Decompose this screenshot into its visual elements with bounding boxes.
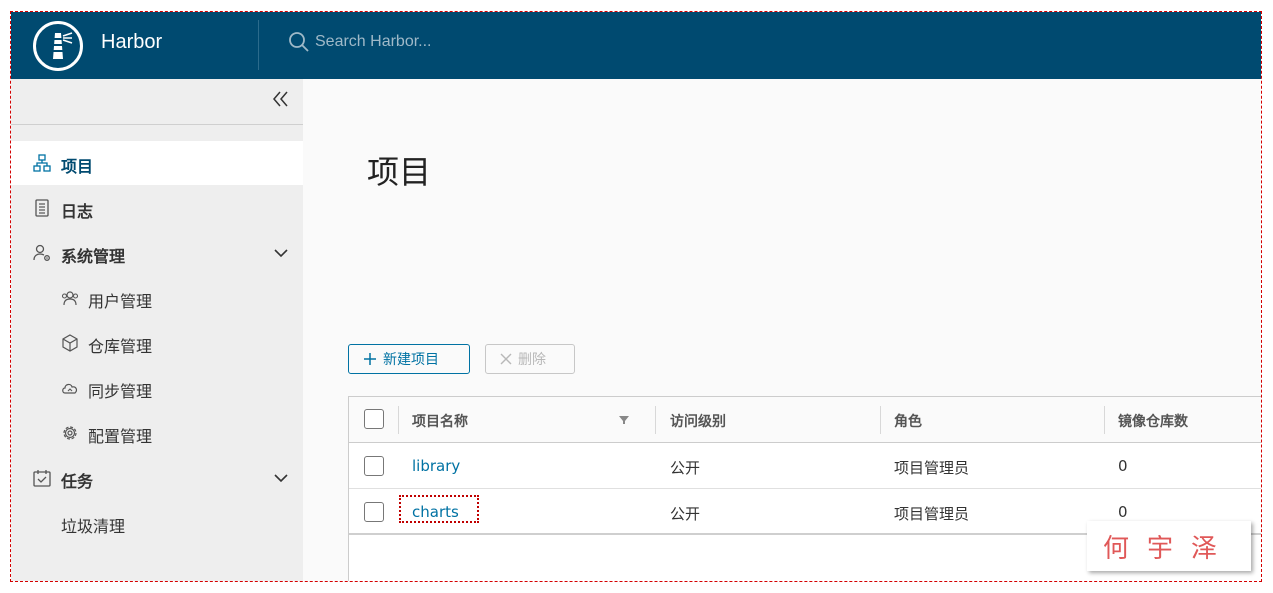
role: 项目管理员: [894, 505, 970, 523]
column-header-role[interactable]: 角色: [894, 411, 922, 431]
tasks-icon: [33, 470, 51, 487]
delete-label: 删除: [518, 352, 546, 368]
column-separator: [880, 406, 881, 434]
table-row: library 公开 项目管理员 0: [349, 444, 1261, 489]
projects-icon: [33, 154, 51, 172]
collapse-sidebar-button[interactable]: [271, 89, 291, 109]
column-separator: [1104, 406, 1105, 434]
filter-icon[interactable]: [619, 415, 629, 425]
sidebar-item-label: 垃圾清理: [61, 517, 126, 536]
sidebar-item-label: 任务: [61, 472, 94, 491]
harbor-logo[interactable]: [33, 21, 83, 71]
sidebar-item-registries[interactable]: 仓库管理: [11, 321, 303, 365]
admin-icon: [33, 244, 50, 261]
search-placeholder: Search Harbor...: [315, 33, 432, 50]
sidebar-item-label: 系统管理: [61, 247, 126, 266]
sidebar-item-label: 仓库管理: [88, 337, 153, 356]
project-name-link[interactable]: charts: [412, 503, 459, 521]
sidebar-item-logs[interactable]: 日志: [11, 186, 303, 230]
sidebar-item-label: 日志: [61, 202, 94, 221]
replication-icon: [62, 383, 78, 394]
sidebar-item-label: 用户管理: [88, 292, 153, 311]
chevron-down-icon: [274, 249, 288, 258]
row-checkbox[interactable]: [364, 502, 384, 522]
sidebar-item-projects[interactable]: 项目: [11, 141, 303, 185]
top-header: Harbor Search Harbor...: [11, 12, 1261, 79]
main-content: 项目 新建项目 删除 项目名称 访问级别 角色 镜像仓库数 library 公开…: [303, 79, 1261, 581]
chevron-down-icon: [274, 474, 288, 483]
sidebar-item-configuration[interactable]: 配置管理: [11, 411, 303, 455]
table-header: 项目名称 访问级别 角色 镜像仓库数: [349, 397, 1261, 443]
double-chevron-left-icon: [273, 91, 288, 107]
close-icon: [500, 353, 512, 365]
plus-icon: [364, 353, 376, 365]
sidebar-item-label: 同步管理: [88, 382, 153, 401]
search-icon: [289, 32, 309, 52]
column-header-repo-count[interactable]: 镜像仓库数: [1118, 411, 1188, 431]
brand-name: Harbor: [101, 31, 163, 53]
author-watermark: 何宇泽: [1087, 521, 1251, 571]
users-icon: [61, 291, 79, 306]
sidebar: 项目 日志 系统管理 用户管理 仓库管理 同步管理 配置管理 任务 垃圾清理: [11, 79, 303, 581]
page-title: 项目: [367, 153, 432, 191]
role: 项目管理员: [894, 459, 970, 477]
logs-icon: [35, 199, 49, 217]
app-window: Harbor Search Harbor... 项目 日志 系统管理 用户管理 …: [10, 11, 1262, 582]
new-project-button[interactable]: 新建项目: [348, 344, 470, 374]
access-level: 公开: [670, 459, 701, 477]
select-all-checkbox[interactable]: [364, 409, 384, 429]
sidebar-item-label: 项目: [61, 157, 94, 176]
sidebar-item-users[interactable]: 用户管理: [11, 276, 303, 320]
column-separator: [655, 406, 656, 434]
gear-icon: [63, 426, 77, 440]
column-header-access[interactable]: 访问级别: [670, 411, 726, 431]
column-separator: [398, 406, 399, 434]
sidebar-item-gc[interactable]: 垃圾清理: [11, 501, 303, 545]
header-divider: [258, 20, 259, 70]
sidebar-item-tasks[interactable]: 任务: [11, 456, 303, 500]
repo-count: 0: [1118, 457, 1128, 475]
repo-count: 0: [1118, 503, 1128, 521]
delete-button[interactable]: 删除: [485, 344, 575, 374]
sidebar-item-admin[interactable]: 系统管理: [11, 231, 303, 275]
sidebar-item-label: 配置管理: [88, 427, 153, 446]
sidebar-item-replication[interactable]: 同步管理: [11, 366, 303, 410]
search-input[interactable]: Search Harbor...: [287, 30, 432, 54]
column-header-name[interactable]: 项目名称: [412, 411, 468, 431]
new-project-label: 新建项目: [383, 352, 439, 368]
registry-icon: [62, 334, 78, 352]
project-name-link[interactable]: library: [412, 457, 460, 475]
sidebar-divider: [11, 124, 303, 125]
row-checkbox[interactable]: [364, 456, 384, 476]
access-level: 公开: [670, 505, 701, 523]
lighthouse-icon: [53, 32, 73, 59]
